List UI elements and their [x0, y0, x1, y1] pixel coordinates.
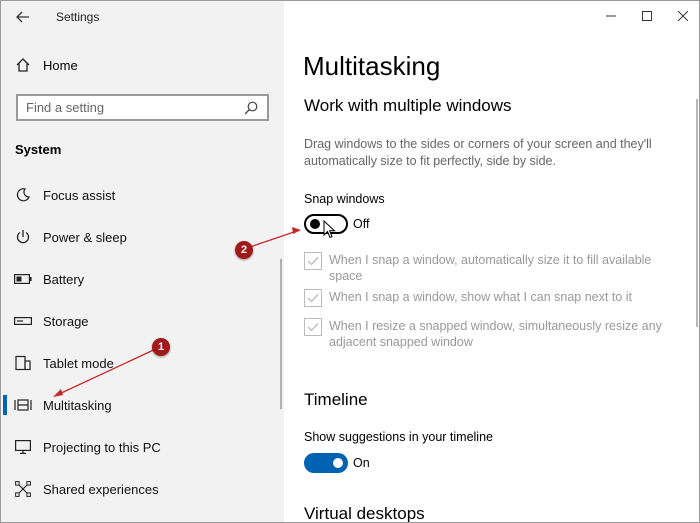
minimize-icon [606, 15, 616, 17]
minimize-button[interactable] [593, 1, 629, 31]
snap-option-show-next[interactable]: When I snap a window, show what I can sn… [304, 289, 674, 307]
checkbox-label: When I snap a window, show what I can sn… [329, 290, 632, 304]
storage-icon [14, 312, 32, 330]
toggle-knob [310, 219, 320, 229]
checkmark-icon [307, 257, 319, 266]
sidebar-item-label: Shared experiences [43, 481, 159, 497]
sidebar-item-label: Battery [43, 271, 85, 287]
sidebar-item-projecting[interactable]: Projecting to this PC [1, 429, 284, 465]
section-heading: System [15, 142, 62, 157]
back-arrow-icon [16, 11, 29, 23]
shared-experiences-icon [14, 480, 32, 498]
timeline-suggestions-toggle[interactable] [304, 453, 348, 473]
checkbox[interactable] [304, 318, 322, 336]
close-icon [678, 11, 688, 21]
projecting-icon [14, 438, 32, 456]
sidebar-item-label: Projecting to this PC [43, 439, 161, 455]
maximize-button[interactable] [629, 1, 665, 31]
annotation-badge-1: 1 [152, 338, 170, 356]
power-icon [14, 228, 32, 246]
home-icon [16, 58, 30, 72]
search-icon[interactable] [243, 100, 259, 116]
search-input[interactable] [26, 100, 243, 115]
home-link[interactable]: Home [15, 57, 78, 73]
sidebar-item-multitasking[interactable]: Multitasking [1, 387, 284, 423]
section-heading-multiple-windows: Work with multiple windows [304, 96, 512, 115]
sidebar-item-label: Tablet mode [43, 355, 114, 371]
search-box[interactable] [16, 94, 269, 121]
checkmark-icon [307, 323, 319, 332]
multitasking-icon [14, 396, 32, 414]
main-pane: Multitasking Work with multiple windows … [284, 1, 699, 523]
sidebar-item-storage[interactable]: Storage [1, 303, 284, 339]
sidebar-item-label: Multitasking [43, 397, 112, 413]
title-bar: Settings [1, 1, 284, 33]
window-controls [593, 1, 699, 31]
sidebar-item-shared-experiences[interactable]: Shared experiences [1, 471, 284, 507]
timeline-suggestions-state: On [353, 456, 370, 470]
tablet-mode-icon [14, 354, 32, 372]
sidebar-item-battery[interactable]: Battery [1, 261, 284, 297]
checkbox-label: When I snap a window, automatically size… [329, 253, 652, 283]
page-title: Multitasking [303, 51, 441, 81]
sidebar-item-focus-assist[interactable]: Focus assist [1, 177, 284, 213]
sidebar-item-label: Power & sleep [43, 229, 127, 245]
checkbox[interactable] [304, 252, 322, 270]
sidebar-item-label: Storage [43, 313, 89, 329]
section-description: Drag windows to the sides or corners of … [304, 137, 652, 168]
sidebar: Settings Home System Focus assist Power … [1, 1, 284, 522]
main-scrollbar[interactable] [696, 99, 698, 327]
section-heading-virtual-desktops: Virtual desktops [304, 504, 425, 523]
settings-window: Settings Home System Focus assist Power … [0, 0, 700, 523]
sidebar-scrollbar[interactable] [280, 259, 282, 409]
timeline-suggestions-label: Show suggestions in your timeline [304, 430, 493, 444]
home-label: Home [43, 57, 78, 73]
section-heading-timeline: Timeline [304, 390, 368, 409]
close-button[interactable] [665, 1, 699, 31]
sidebar-item-label: Focus assist [43, 187, 116, 203]
sidebar-item-tablet-mode[interactable]: Tablet mode [1, 345, 284, 381]
app-title: Settings [56, 10, 100, 24]
checkbox[interactable] [304, 289, 322, 307]
mouse-pointer-icon [323, 220, 336, 239]
moon-icon [14, 186, 32, 204]
snap-windows-state: Off [353, 217, 370, 231]
annotation-badge-2: 2 [235, 241, 253, 259]
snap-option-resize-adjacent[interactable]: When I resize a snapped window, simultan… [304, 318, 674, 350]
toggle-knob [333, 458, 343, 468]
maximize-icon [642, 11, 652, 21]
back-button[interactable] [9, 5, 37, 29]
snap-windows-label: Snap windows [304, 192, 385, 206]
checkbox-label: When I resize a snapped window, simultan… [329, 319, 662, 349]
battery-icon [14, 270, 32, 288]
checkmark-icon [307, 294, 319, 303]
snap-option-fill-space[interactable]: When I snap a window, automatically size… [304, 252, 674, 284]
